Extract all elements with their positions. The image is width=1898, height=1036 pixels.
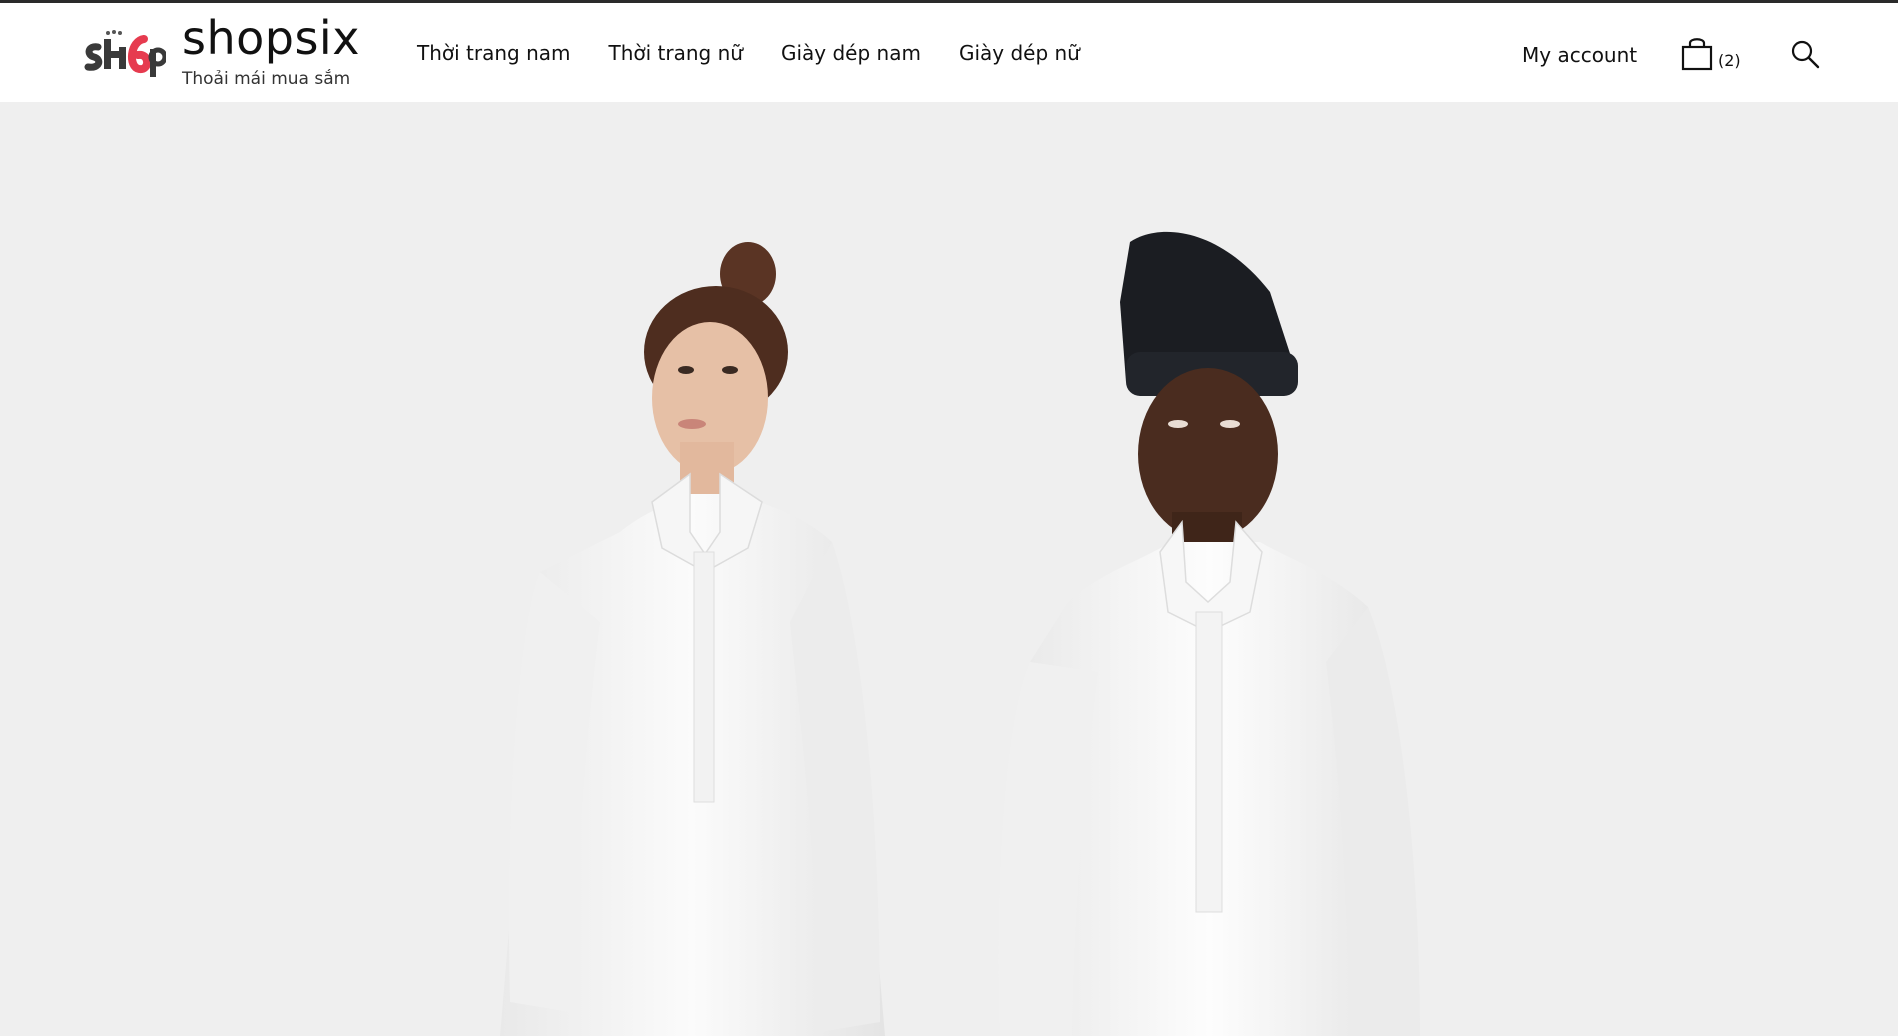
search-button[interactable] bbox=[1790, 39, 1820, 69]
cart-button[interactable]: (2) bbox=[1680, 35, 1746, 73]
nav-item-giay-dep-nam[interactable]: Giày dép nam bbox=[781, 41, 921, 71]
brand-name[interactable]: shopsix bbox=[182, 11, 360, 65]
site-header: shopsix Thoải mái mua sắm Thời trang nam… bbox=[0, 3, 1898, 102]
nav-item-thoi-trang-nu[interactable]: Thời trang nữ bbox=[609, 41, 743, 71]
main-navigation: Thời trang nam Thời trang nữ Giày dép na… bbox=[417, 41, 1080, 71]
hero-banner[interactable] bbox=[0, 102, 1898, 1036]
my-account-link[interactable]: My account bbox=[1522, 43, 1637, 67]
brand-logo[interactable] bbox=[84, 25, 168, 81]
search-icon bbox=[1791, 40, 1820, 69]
shopping-bag-icon bbox=[1681, 38, 1713, 71]
brand-tagline: Thoải mái mua sắm bbox=[182, 69, 351, 89]
nav-item-thoi-trang-nam[interactable]: Thời trang nam bbox=[417, 41, 571, 71]
hero-image bbox=[0, 102, 1898, 1036]
cart-count-badge: (2) bbox=[1718, 51, 1741, 70]
nav-item-giay-dep-nu[interactable]: Giày dép nữ bbox=[959, 41, 1080, 71]
